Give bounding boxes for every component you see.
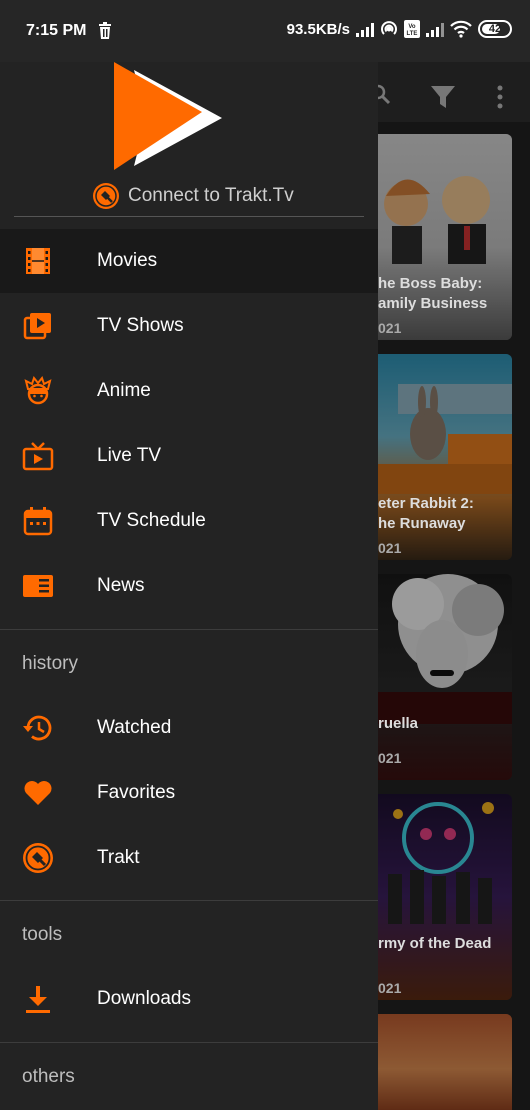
more-options-icon[interactable] <box>496 84 504 110</box>
trash-icon <box>99 22 111 39</box>
menu-item-tv-shows[interactable]: TV Shows <box>0 294 378 358</box>
app-logo-icon <box>114 62 222 170</box>
menu-item-news[interactable]: News <box>0 554 378 618</box>
trakt-icon <box>93 183 119 209</box>
poster-year: 021 <box>378 980 402 996</box>
menu-item-label: Downloads <box>97 988 191 1009</box>
filter-icon[interactable] <box>430 84 456 110</box>
battery-indicator: 42 <box>478 20 512 38</box>
movie-poster[interactable]: eter Rabbit 2: he Runaway 021 <box>378 354 512 560</box>
section-heading-history: history <box>22 653 78 674</box>
menu-item-anime[interactable]: Anime <box>0 359 378 423</box>
volte-icon: VoLTE <box>404 20 420 38</box>
background-toolbar <box>370 62 530 122</box>
poster-title: eter Rabbit 2: he Runaway <box>378 495 474 532</box>
calendar-icon <box>23 507 53 536</box>
status-right: 93.5KB/s Vo LTE 42 <box>287 20 512 38</box>
menu-item-trakt[interactable]: Trakt <box>0 826 378 890</box>
menu-item-downloads[interactable]: Downloads <box>0 967 378 1031</box>
menu-item-label: News <box>97 575 145 596</box>
poster-title: ruella <box>378 715 419 732</box>
movie-poster[interactable]: ruella 021 <box>378 574 512 780</box>
download-icon <box>26 986 50 1013</box>
live-tv-icon <box>22 442 54 471</box>
menu-item-favorites[interactable]: Favorites <box>0 761 378 825</box>
film-icon <box>26 248 50 274</box>
section-heading-others: others <box>22 1066 75 1087</box>
menu-item-label: TV Shows <box>97 315 184 336</box>
signal-icon-2 <box>426 21 444 37</box>
section-divider <box>0 1042 378 1043</box>
header-divider <box>14 216 364 217</box>
menu-item-watched[interactable]: Watched <box>0 696 378 760</box>
menu-item-live-tv[interactable]: Live TV <box>0 424 378 488</box>
drawer-header: Connect to Trakt.Tv <box>0 44 378 218</box>
menu-item-label: Live TV <box>97 445 162 466</box>
status-time: 7:15 PM <box>26 22 87 39</box>
news-icon <box>23 575 53 597</box>
menu-item-label: TV Schedule <box>97 510 206 531</box>
tv-shows-icon <box>23 313 51 340</box>
connect-trakt-label: Connect to Trakt.Tv <box>128 185 294 206</box>
svg-text:LTE: LTE <box>407 31 418 37</box>
battery-level: 42 <box>488 23 502 35</box>
connect-trakt-button[interactable]: Connect to Trakt.Tv <box>92 182 294 210</box>
network-speed: 93.5KB/s <box>286 20 350 38</box>
menu-item-label: Watched <box>97 717 172 738</box>
movie-poster[interactable]: rmy of the Dead 021 <box>378 794 512 1000</box>
trakt-icon <box>23 843 53 873</box>
poster-year: 021 <box>378 320 402 336</box>
background-app: he Boss Baby: amily Business 021 eter Ra… <box>370 44 530 1110</box>
menu-item-label: Favorites <box>97 782 176 803</box>
section-heading-tools: tools <box>22 924 63 945</box>
signal-icon <box>356 21 374 37</box>
history-icon <box>23 715 52 741</box>
navigation-drawer: Connect to Trakt.Tv Movies TV Shows Anim <box>0 44 378 1110</box>
anime-icon <box>24 375 52 405</box>
status-bar: 7:15 PM 93.5KB/s Vo LTE 42 <box>0 0 530 62</box>
poster-title: rmy of the Dead <box>378 935 492 952</box>
section-divider <box>0 629 378 630</box>
hotspot-icon <box>381 21 397 35</box>
svg-text:Vo: Vo <box>408 24 416 30</box>
movie-poster[interactable]: he Boss Baby: amily Business 021 <box>378 134 512 340</box>
section-divider <box>0 900 378 901</box>
menu-item-label: Movies <box>97 250 158 271</box>
poster-year: 021 <box>378 540 402 556</box>
heart-icon <box>24 781 52 805</box>
wifi-icon <box>450 20 472 38</box>
poster-title: he Boss Baby: amily Business <box>378 275 488 312</box>
movie-poster[interactable] <box>378 1014 512 1110</box>
menu-item-movies[interactable]: Movies <box>0 229 378 293</box>
menu-item-tv-schedule[interactable]: TV Schedule <box>0 489 378 553</box>
menu-item-label: Anime <box>97 380 151 401</box>
menu-item-label: Trakt <box>97 847 140 868</box>
poster-year: 021 <box>378 750 402 766</box>
